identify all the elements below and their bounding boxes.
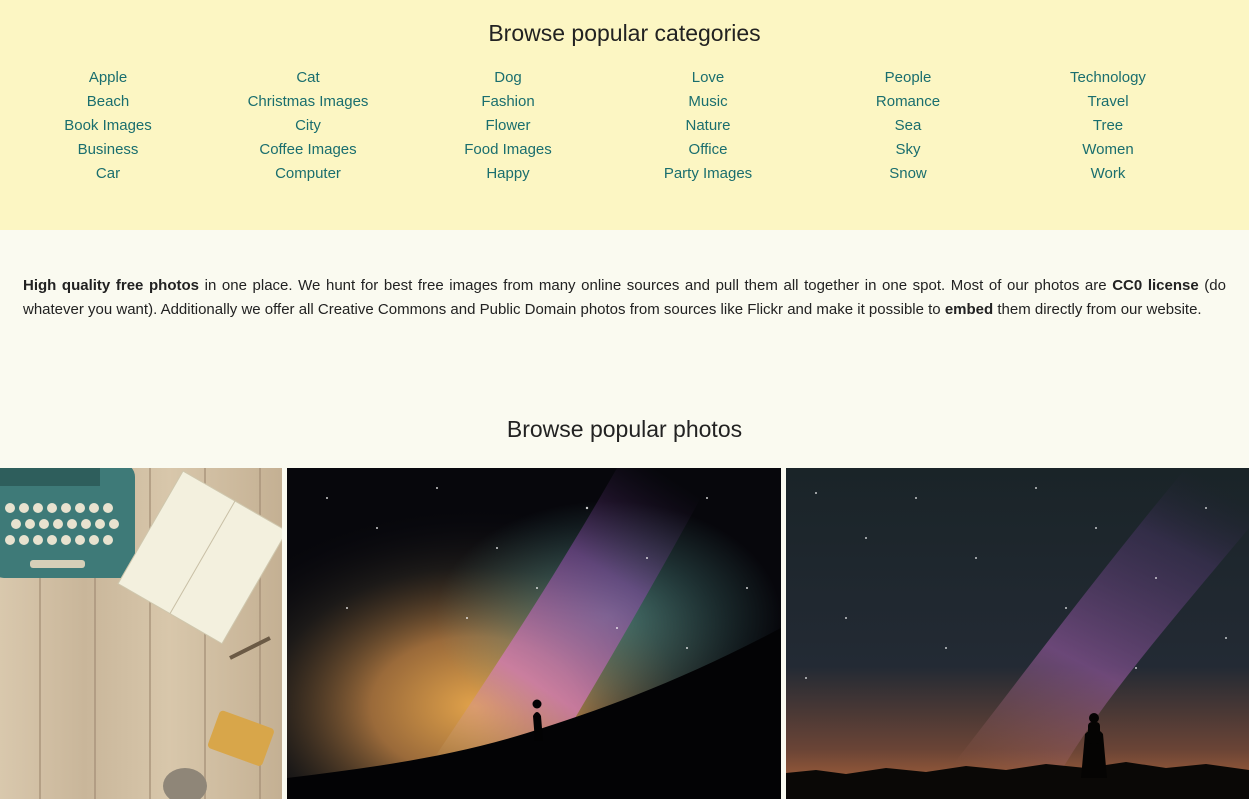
category-link-nature[interactable]: Nature [685,114,730,138]
photo-grid [0,468,1249,799]
categories-title: Browse popular categories [488,20,761,46]
category-link-apple[interactable]: Apple [89,66,127,90]
category-column: People Romance Sea Sky Snow [808,66,1008,186]
category-link-city[interactable]: City [295,114,321,138]
category-link-beach[interactable]: Beach [87,90,130,114]
category-column: Love Music Nature Office Party Images [608,66,808,186]
category-link-people[interactable]: People [885,66,932,90]
category-link-women[interactable]: Women [1082,138,1133,162]
category-link-sky[interactable]: Sky [895,138,920,162]
category-column: Dog Fashion Flower Food Images Happy [408,66,608,186]
intro-bold-text: High quality free photos [23,277,199,294]
category-link-fashion[interactable]: Fashion [481,90,534,114]
category-link-car[interactable]: Car [96,162,120,186]
category-link-love[interactable]: Love [692,66,725,90]
category-link-party-images[interactable]: Party Images [664,162,752,186]
milky-way-silhouette-photo[interactable] [287,468,781,799]
categories-grid: Apple Beach Book Images Business Car Cat… [0,66,1249,186]
category-link-romance[interactable]: Romance [876,90,940,114]
category-link-happy[interactable]: Happy [486,162,529,186]
category-link-food-images[interactable]: Food Images [464,138,552,162]
category-link-work[interactable]: Work [1091,162,1126,186]
category-link-technology[interactable]: Technology [1070,66,1146,90]
typewriter-notebook-photo[interactable] [0,468,282,799]
intro-bold-text: embed [944,301,994,318]
category-link-sea[interactable]: Sea [895,114,922,138]
category-link-christmas-images[interactable]: Christmas Images [248,90,369,114]
intro-text: in one place. We hunt for best free imag… [199,277,1113,294]
category-link-coffee-images[interactable]: Coffee Images [259,138,356,162]
category-column: Cat Christmas Images City Coffee Images … [208,66,408,186]
intro-bold-text: CC0 license [1112,277,1199,294]
category-link-book-images[interactable]: Book Images [64,114,152,138]
intro-text: them directly from our website. [993,301,1202,318]
category-column: Apple Beach Book Images Business Car [8,66,208,186]
category-link-tree[interactable]: Tree [1093,114,1123,138]
intro-paragraph: High quality free photos in one place. W… [0,230,1249,366]
category-link-computer[interactable]: Computer [275,162,341,186]
category-link-cat[interactable]: Cat [296,66,319,90]
starry-sky-silhouette-photo[interactable] [786,468,1249,799]
categories-section: Browse popular categories Apple Beach Bo… [0,0,1249,230]
category-column: Technology Travel Tree Women Work [1008,66,1208,186]
category-link-dog[interactable]: Dog [494,66,522,90]
category-link-flower[interactable]: Flower [485,114,530,138]
category-link-travel[interactable]: Travel [1087,90,1128,114]
category-link-snow[interactable]: Snow [889,162,927,186]
photos-title: Browse popular photos [506,416,743,442]
category-link-business[interactable]: Business [78,138,139,162]
category-link-office[interactable]: Office [689,138,728,162]
category-link-music[interactable]: Music [688,90,727,114]
